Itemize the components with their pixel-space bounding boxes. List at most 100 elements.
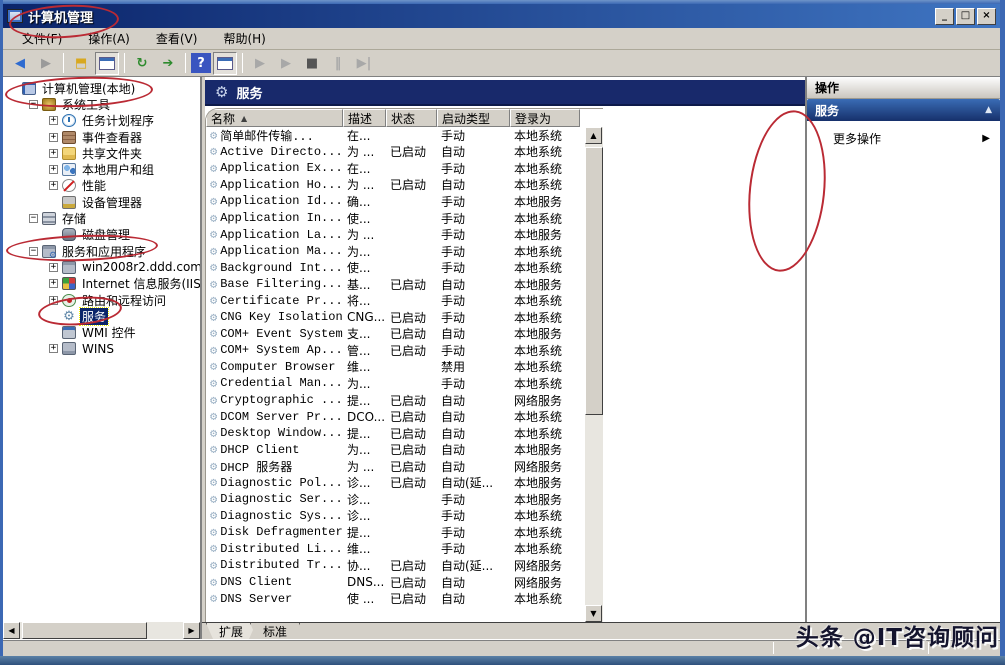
- table-row[interactable]: ⚙Certificate Pr...将...手动本地系统: [206, 292, 585, 309]
- table-row[interactable]: ⚙Distributed Tr...协...已启动自动(延...网络服务: [206, 557, 585, 574]
- expand-expander-icon[interactable]: +: [49, 296, 58, 305]
- table-row[interactable]: ⚙Application Id...确...手动本地服务: [206, 193, 585, 210]
- tree-hscroll-thumb[interactable]: [22, 622, 147, 639]
- forward-icon[interactable]: ▶: [34, 52, 58, 75]
- tab-标准[interactable]: 标准: [250, 623, 300, 639]
- tree-item-7[interactable]: 设备管理器: [3, 194, 200, 210]
- table-row[interactable]: ⚙Base Filtering...基...已启动自动本地服务: [206, 276, 585, 293]
- table-row[interactable]: ⚙Diagnostic Sys...诊...手动本地系统: [206, 508, 585, 525]
- table-row[interactable]: ⚙Disk Defragmenter提...手动本地系统: [206, 524, 585, 541]
- table-row[interactable]: ⚙Diagnostic Pol...诊...已启动自动(延...本地服务: [206, 474, 585, 491]
- table-row[interactable]: ⚙Distributed Li...维...手动本地系统: [206, 541, 585, 558]
- table-row[interactable]: ⚙DHCP 服务器为 ...已启动自动网络服务: [206, 458, 585, 475]
- maximize-button[interactable]: □: [956, 8, 975, 25]
- tree-item-3[interactable]: +事件查看器: [3, 129, 200, 145]
- expand-expander-icon[interactable]: +: [49, 165, 58, 174]
- restart-service-icon[interactable]: ▶|: [352, 52, 376, 75]
- expand-expander-icon[interactable]: +: [49, 263, 58, 272]
- table-row[interactable]: ⚙ 简单邮件传输...在...手动本地系统: [206, 127, 585, 144]
- column-header-3[interactable]: 启动类型: [437, 109, 510, 127]
- tree-item-15[interactable]: WMI 控件: [3, 324, 200, 340]
- table-row[interactable]: ⚙Application Ma...为...手动本地系统: [206, 243, 585, 260]
- export-list-icon[interactable]: ➔: [156, 52, 180, 75]
- tree-item-4[interactable]: +共享文件夹: [3, 145, 200, 161]
- tree-item-13[interactable]: +路由和远程访问: [3, 292, 200, 308]
- menu-item-3[interactable]: 帮助(H): [210, 28, 278, 49]
- expand-expander-icon[interactable]: +: [49, 133, 58, 142]
- tree-item-11[interactable]: +win2008r2.ddd.com: [3, 259, 200, 275]
- list-vscroll-thumb[interactable]: [585, 147, 603, 415]
- expand-expander-icon[interactable]: +: [49, 149, 58, 158]
- table-row[interactable]: ⚙CNG Key IsolationCNG...已启动手动本地系统: [206, 309, 585, 326]
- table-row[interactable]: ⚙DCOM Server Pr...DCO...已启动自动本地系统: [206, 408, 585, 425]
- collapse-expander-icon[interactable]: −: [29, 214, 38, 223]
- scroll-down-icon[interactable]: ▼: [585, 605, 602, 622]
- table-row[interactable]: ⚙Diagnostic Ser...诊...手动本地服务: [206, 491, 585, 508]
- expand-expander-icon[interactable]: +: [49, 344, 58, 353]
- back-icon[interactable]: ◀: [8, 52, 32, 75]
- start-service-icon[interactable]: ▶: [248, 52, 272, 75]
- tree-item-2[interactable]: +任务计划程序: [3, 113, 200, 129]
- tab-扩展[interactable]: 扩展: [206, 623, 256, 639]
- table-row[interactable]: ⚙DNS ClientDNS...已启动自动网络服务: [206, 574, 585, 591]
- table-row[interactable]: ⚙Application Ex...在...手动本地系统: [206, 160, 585, 177]
- tree-item-10[interactable]: −服务和应用程序: [3, 243, 200, 259]
- tree-item-12[interactable]: +Internet 信息服务(IIS: [3, 276, 200, 292]
- table-row[interactable]: ⚙Computer Browser维...禁用本地系统: [206, 359, 585, 376]
- table-row[interactable]: ⚙COM+ System Ap...管...已启动手动本地系统: [206, 342, 585, 359]
- column-header-0[interactable]: 名称▲: [206, 109, 343, 127]
- pause-service-icon[interactable]: ‖: [326, 52, 350, 75]
- tree-item-8[interactable]: −存储: [3, 210, 200, 226]
- refresh-icon[interactable]: ↻: [130, 52, 154, 75]
- table-row[interactable]: ⚙DHCP Client为...已启动自动本地服务: [206, 441, 585, 458]
- resume-service-icon[interactable]: ▶: [274, 52, 298, 75]
- close-button[interactable]: ×: [977, 8, 996, 25]
- help-icon[interactable]: ?: [191, 53, 211, 73]
- table-row[interactable]: ⚙Application In...使...手动本地系统: [206, 210, 585, 227]
- scroll-right-icon[interactable]: ▶: [183, 622, 200, 639]
- tree-item-16[interactable]: +WINS: [3, 341, 200, 357]
- tree-item-1[interactable]: −系统工具: [3, 96, 200, 112]
- collapse-expander-icon[interactable]: −: [29, 100, 38, 109]
- cell-description: 为...: [343, 243, 386, 260]
- expand-expander-icon[interactable]: +: [49, 279, 58, 288]
- menu-item-1[interactable]: 操作(A): [75, 28, 143, 49]
- menu-item-0[interactable]: 文件(F): [9, 28, 75, 49]
- expand-expander-icon[interactable]: +: [49, 181, 58, 190]
- table-row[interactable]: ⚙Credential Man...为...手动本地系统: [206, 375, 585, 392]
- tree-item-14[interactable]: ⚙服务: [3, 308, 200, 324]
- table-row[interactable]: ⚙DNS Server使 ...已启动自动本地系统: [206, 590, 585, 607]
- table-row[interactable]: ⚙Desktop Window...提...已启动自动本地系统: [206, 425, 585, 442]
- show-action-pane-icon[interactable]: [213, 52, 237, 75]
- tree-item-5[interactable]: +本地用户和组: [3, 161, 200, 177]
- up-one-level-icon[interactable]: ⬒: [69, 52, 93, 75]
- stop-service-icon[interactable]: ■: [300, 52, 324, 75]
- collapse-expander-icon[interactable]: −: [29, 247, 38, 256]
- table-row[interactable]: ⚙Background Int...使...手动本地系统: [206, 259, 585, 276]
- actions-section-header[interactable]: 服务 ▲: [807, 99, 1000, 121]
- table-row[interactable]: ⚙Application Ho...为 ...已启动自动本地系统: [206, 177, 585, 194]
- table-row[interactable]: ⚙Active Directo...为 ...已启动自动本地系统: [206, 144, 585, 161]
- list-vertical-scrollbar[interactable]: ▲ ▼: [585, 127, 603, 622]
- tree-item-6[interactable]: +性能: [3, 178, 200, 194]
- actions-pane: 操作 服务 ▲ 更多操作 ▶: [805, 77, 1000, 622]
- tree-horizontal-scrollbar[interactable]: ◀ ▶: [3, 622, 200, 639]
- column-header-1[interactable]: 描述: [343, 109, 386, 127]
- table-row[interactable]: ⚙Application La...为 ...手动本地服务: [206, 226, 585, 243]
- scroll-up-icon[interactable]: ▲: [585, 127, 602, 144]
- column-header-2[interactable]: 状态: [386, 109, 437, 127]
- show-console-tree-icon[interactable]: [95, 52, 119, 75]
- expand-expander-icon[interactable]: +: [49, 116, 58, 125]
- table-row[interactable]: ⚙COM+ Event System支...已启动自动本地服务: [206, 326, 585, 343]
- minimize-button[interactable]: _: [935, 8, 954, 25]
- tree-item-0[interactable]: 计算机管理(本地): [3, 80, 200, 96]
- collapse-icon[interactable]: ▲: [985, 105, 992, 115]
- tree-item-9[interactable]: 磁盘管理: [3, 227, 200, 243]
- menu-item-2[interactable]: 查看(V): [143, 28, 211, 49]
- column-header-label: 描述: [348, 110, 372, 127]
- table-row[interactable]: ⚙Cryptographic ...提...已启动自动网络服务: [206, 392, 585, 409]
- column-header-4[interactable]: 登录为: [510, 109, 580, 127]
- cell-status: 已启动: [386, 176, 437, 193]
- more-actions-item[interactable]: 更多操作 ▶: [807, 121, 1000, 147]
- scroll-left-icon[interactable]: ◀: [3, 622, 20, 639]
